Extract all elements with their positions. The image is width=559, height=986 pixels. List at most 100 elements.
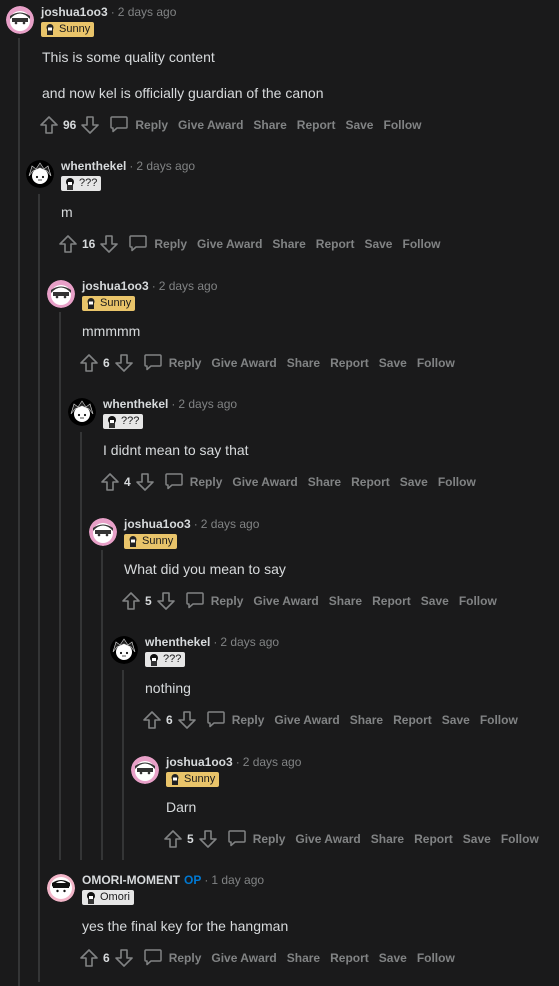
reply-button[interactable]: Reply [164, 472, 222, 493]
username[interactable]: whenthekel [103, 397, 168, 411]
username[interactable]: joshua1oo3 [166, 755, 233, 769]
report-button[interactable]: Report [330, 356, 369, 370]
downvote-icon[interactable] [79, 114, 101, 136]
follow-button[interactable]: Follow [459, 594, 497, 608]
reply-button[interactable]: Reply [185, 591, 243, 612]
follow-button[interactable]: Follow [438, 475, 476, 489]
username[interactable]: joshua1oo3 [82, 279, 149, 293]
downvote-icon[interactable] [113, 352, 135, 374]
upvote-icon[interactable] [99, 471, 121, 493]
reply-button[interactable]: Reply [227, 829, 285, 850]
timestamp[interactable]: 2 days ago [118, 5, 177, 19]
report-button[interactable]: Report [297, 118, 336, 132]
avatar[interactable] [68, 398, 96, 426]
report-button[interactable]: Report [330, 951, 369, 965]
share-button[interactable]: Share [272, 237, 305, 251]
give-award-button[interactable]: Give Award [197, 237, 262, 251]
reply-button[interactable]: Reply [206, 710, 264, 731]
comment-meta: whenthekel · 2 days ago [103, 396, 237, 412]
timestamp[interactable]: 2 days ago [136, 159, 195, 173]
give-award-button[interactable]: Give Award [211, 356, 276, 370]
avatar[interactable] [47, 874, 75, 902]
thread-line[interactable] [122, 670, 124, 860]
report-button[interactable]: Report [372, 594, 411, 608]
upvote-icon[interactable] [141, 709, 163, 731]
username[interactable]: whenthekel [145, 635, 210, 649]
username[interactable]: joshua1oo3 [41, 5, 108, 19]
give-award-button[interactable]: Give Award [274, 713, 339, 727]
follow-button[interactable]: Follow [383, 118, 421, 132]
give-award-button[interactable]: Give Award [178, 118, 243, 132]
username[interactable]: whenthekel [61, 159, 126, 173]
upvote-icon[interactable] [57, 233, 79, 255]
save-button[interactable]: Save [379, 356, 407, 370]
save-button[interactable]: Save [379, 951, 407, 965]
report-button[interactable]: Report [393, 713, 432, 727]
timestamp[interactable]: 2 days ago [220, 635, 279, 649]
save-button[interactable]: Save [364, 237, 392, 251]
share-button[interactable]: Share [308, 475, 341, 489]
share-button[interactable]: Share [287, 951, 320, 965]
thread-line[interactable] [59, 312, 61, 860]
upvote-icon[interactable] [78, 947, 100, 969]
share-button[interactable]: Share [287, 356, 320, 370]
kel-flair-icon [148, 653, 160, 666]
upvote-icon[interactable] [38, 114, 60, 136]
avatar[interactable] [89, 518, 117, 546]
give-award-button[interactable]: Give Award [232, 475, 297, 489]
save-button[interactable]: Save [463, 832, 491, 846]
report-button[interactable]: Report [414, 832, 453, 846]
avatar[interactable] [26, 160, 54, 188]
report-button[interactable]: Report [316, 237, 355, 251]
thread-line[interactable] [38, 194, 40, 982]
follow-button[interactable]: Follow [480, 713, 518, 727]
avatar[interactable] [131, 756, 159, 784]
meta-separator: · [204, 873, 209, 887]
thread-line[interactable] [18, 38, 20, 986]
username[interactable]: OMORI-MOMENT [82, 873, 180, 887]
timestamp[interactable]: 1 day ago [211, 873, 264, 887]
reply-button[interactable]: Reply [143, 948, 201, 969]
downvote-icon[interactable] [176, 709, 198, 731]
upvote-icon[interactable] [162, 828, 184, 850]
downvote-icon[interactable] [134, 471, 156, 493]
avatar[interactable] [6, 6, 34, 34]
username[interactable]: joshua1oo3 [124, 517, 191, 531]
save-button[interactable]: Save [442, 713, 470, 727]
sunny-flair-icon [44, 23, 56, 36]
reply-button[interactable]: Reply [128, 234, 187, 255]
avatar[interactable] [47, 280, 75, 308]
share-button[interactable]: Share [350, 713, 383, 727]
avatar[interactable] [110, 636, 138, 664]
reply-button[interactable]: Reply [143, 353, 201, 374]
follow-button[interactable]: Follow [501, 832, 539, 846]
downvote-icon[interactable] [197, 828, 219, 850]
save-button[interactable]: Save [400, 475, 428, 489]
timestamp[interactable]: 2 days ago [159, 279, 218, 293]
share-button[interactable]: Share [253, 118, 286, 132]
upvote-icon[interactable] [78, 352, 100, 374]
give-award-button[interactable]: Give Award [211, 951, 276, 965]
timestamp[interactable]: 2 days ago [201, 517, 260, 531]
follow-button[interactable]: Follow [417, 356, 455, 370]
share-button[interactable]: Share [329, 594, 362, 608]
share-button[interactable]: Share [371, 832, 404, 846]
follow-button[interactable]: Follow [402, 237, 440, 251]
report-button[interactable]: Report [351, 475, 390, 489]
timestamp[interactable]: 2 days ago [178, 397, 237, 411]
comment-body: mmmmm [82, 323, 141, 339]
downvote-icon[interactable] [98, 233, 120, 255]
give-award-button[interactable]: Give Award [253, 594, 318, 608]
reply-button[interactable]: Reply [109, 115, 168, 136]
thread-line[interactable] [101, 550, 103, 860]
follow-button[interactable]: Follow [417, 951, 455, 965]
downvote-icon[interactable] [113, 947, 135, 969]
save-button[interactable]: Save [345, 118, 373, 132]
comment-meta: joshua1oo3 · 2 days ago [124, 516, 259, 532]
give-award-button[interactable]: Give Award [295, 832, 360, 846]
upvote-icon[interactable] [120, 590, 142, 612]
thread-line[interactable] [80, 432, 82, 860]
downvote-icon[interactable] [155, 590, 177, 612]
timestamp[interactable]: 2 days ago [243, 755, 302, 769]
save-button[interactable]: Save [421, 594, 449, 608]
